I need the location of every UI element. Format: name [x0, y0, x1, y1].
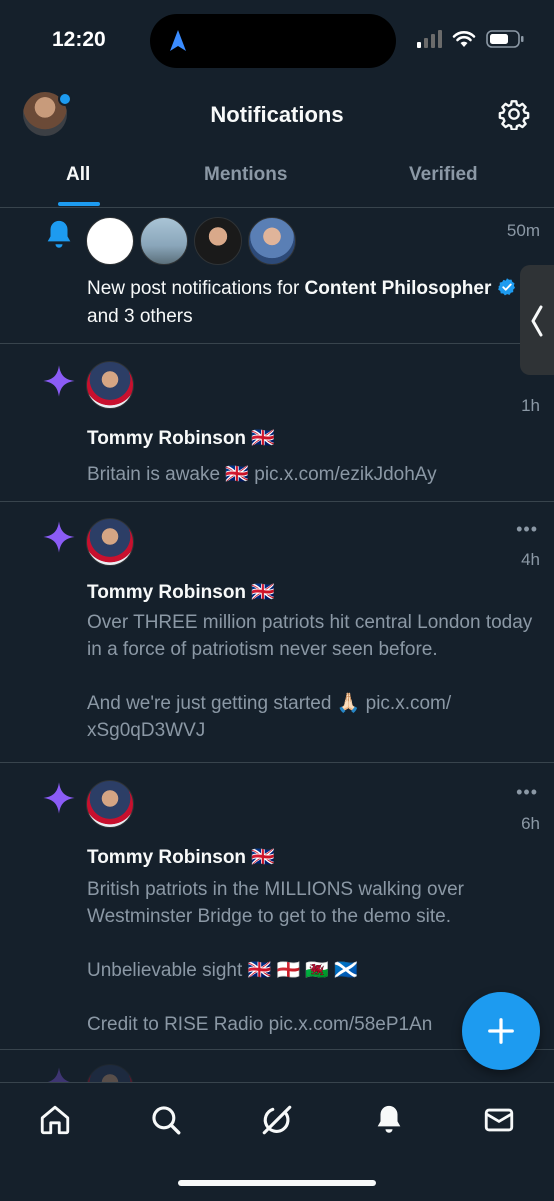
chevron-left-icon	[531, 305, 543, 337]
author-name[interactable]: Tommy Robinson 🇬🇧	[87, 426, 275, 450]
tab-all[interactable]: All	[66, 164, 90, 186]
avatar-stack	[86, 217, 296, 265]
status-icons	[416, 30, 524, 48]
navigation-arrow-icon	[170, 30, 186, 51]
avatar[interactable]	[140, 217, 188, 265]
notification-feed[interactable]: 50m New post notifications for Content P…	[0, 208, 554, 1050]
avatar[interactable]	[86, 217, 134, 265]
status-time: 12:20	[52, 28, 106, 51]
sparkle-icon	[43, 782, 75, 814]
bell-icon[interactable]	[372, 1103, 406, 1137]
account-name[interactable]: Content Philosopher	[305, 278, 492, 299]
compose-button[interactable]	[462, 992, 540, 1070]
mail-icon[interactable]	[482, 1103, 516, 1137]
status-bar: 12:20	[0, 0, 554, 84]
avatar-stack	[86, 518, 134, 566]
side-panel-handle[interactable]	[520, 265, 554, 375]
avatar[interactable]	[86, 518, 134, 566]
avatar[interactable]	[86, 361, 134, 409]
avatar[interactable]	[194, 217, 242, 265]
home-icon[interactable]	[38, 1103, 72, 1137]
notification-item[interactable]: ••• 4h Tommy Robinson 🇬🇧 Over THREE mill…	[0, 502, 554, 763]
grok-icon[interactable]	[260, 1103, 294, 1137]
author-name[interactable]: Tommy Robinson 🇬🇧	[87, 580, 275, 604]
timestamp: 6h	[521, 814, 540, 833]
plus-icon	[488, 1018, 514, 1044]
notification-item[interactable]: 1h Tommy Robinson 🇬🇧 Britain is awake 🇬🇧…	[0, 344, 554, 502]
author-name[interactable]: Tommy Robinson 🇬🇧	[87, 845, 275, 869]
more-options-icon[interactable]: •••	[516, 520, 538, 538]
header: Notifications	[0, 84, 554, 148]
tab-mentions[interactable]: Mentions	[204, 164, 287, 186]
bell-icon	[47, 220, 71, 248]
sparkle-icon	[43, 521, 75, 553]
home-indicator[interactable]	[178, 1180, 376, 1186]
notification-tabs: All Mentions Verified	[0, 152, 554, 208]
gear-icon[interactable]	[498, 98, 530, 130]
cellular-signal-icon	[417, 30, 442, 48]
active-tab-indicator	[58, 202, 100, 206]
post-text[interactable]: Britain is awake 🇬🇧 pic.x.com/ezikJdohAy	[87, 461, 540, 488]
timestamp: 4h	[521, 550, 540, 569]
tab-verified[interactable]: Verified	[409, 164, 478, 186]
search-icon[interactable]	[149, 1103, 183, 1137]
timestamp: 1h	[521, 396, 540, 415]
verified-badge-icon	[497, 278, 515, 296]
notification-item[interactable]: 50m New post notifications for Content P…	[0, 208, 554, 344]
more-options-icon[interactable]: •••	[516, 783, 538, 801]
avatar-stack	[86, 361, 134, 409]
text-prefix: New post notifications for	[87, 278, 305, 299]
timestamp: 50m	[506, 221, 540, 240]
sparkle-icon	[43, 365, 75, 397]
wifi-icon	[452, 31, 476, 47]
avatar-stack	[86, 780, 134, 828]
battery-icon	[486, 30, 524, 48]
avatar[interactable]	[86, 780, 134, 828]
text-suffix: and 3 others	[87, 306, 193, 327]
post-text[interactable]: Over THREE million patriots hit central …	[87, 609, 540, 744]
notification-text[interactable]: New post notifications for Content Philo…	[87, 275, 534, 331]
page-title: Notifications	[210, 102, 344, 127]
avatar[interactable]	[248, 217, 296, 265]
dynamic-island	[150, 14, 396, 68]
